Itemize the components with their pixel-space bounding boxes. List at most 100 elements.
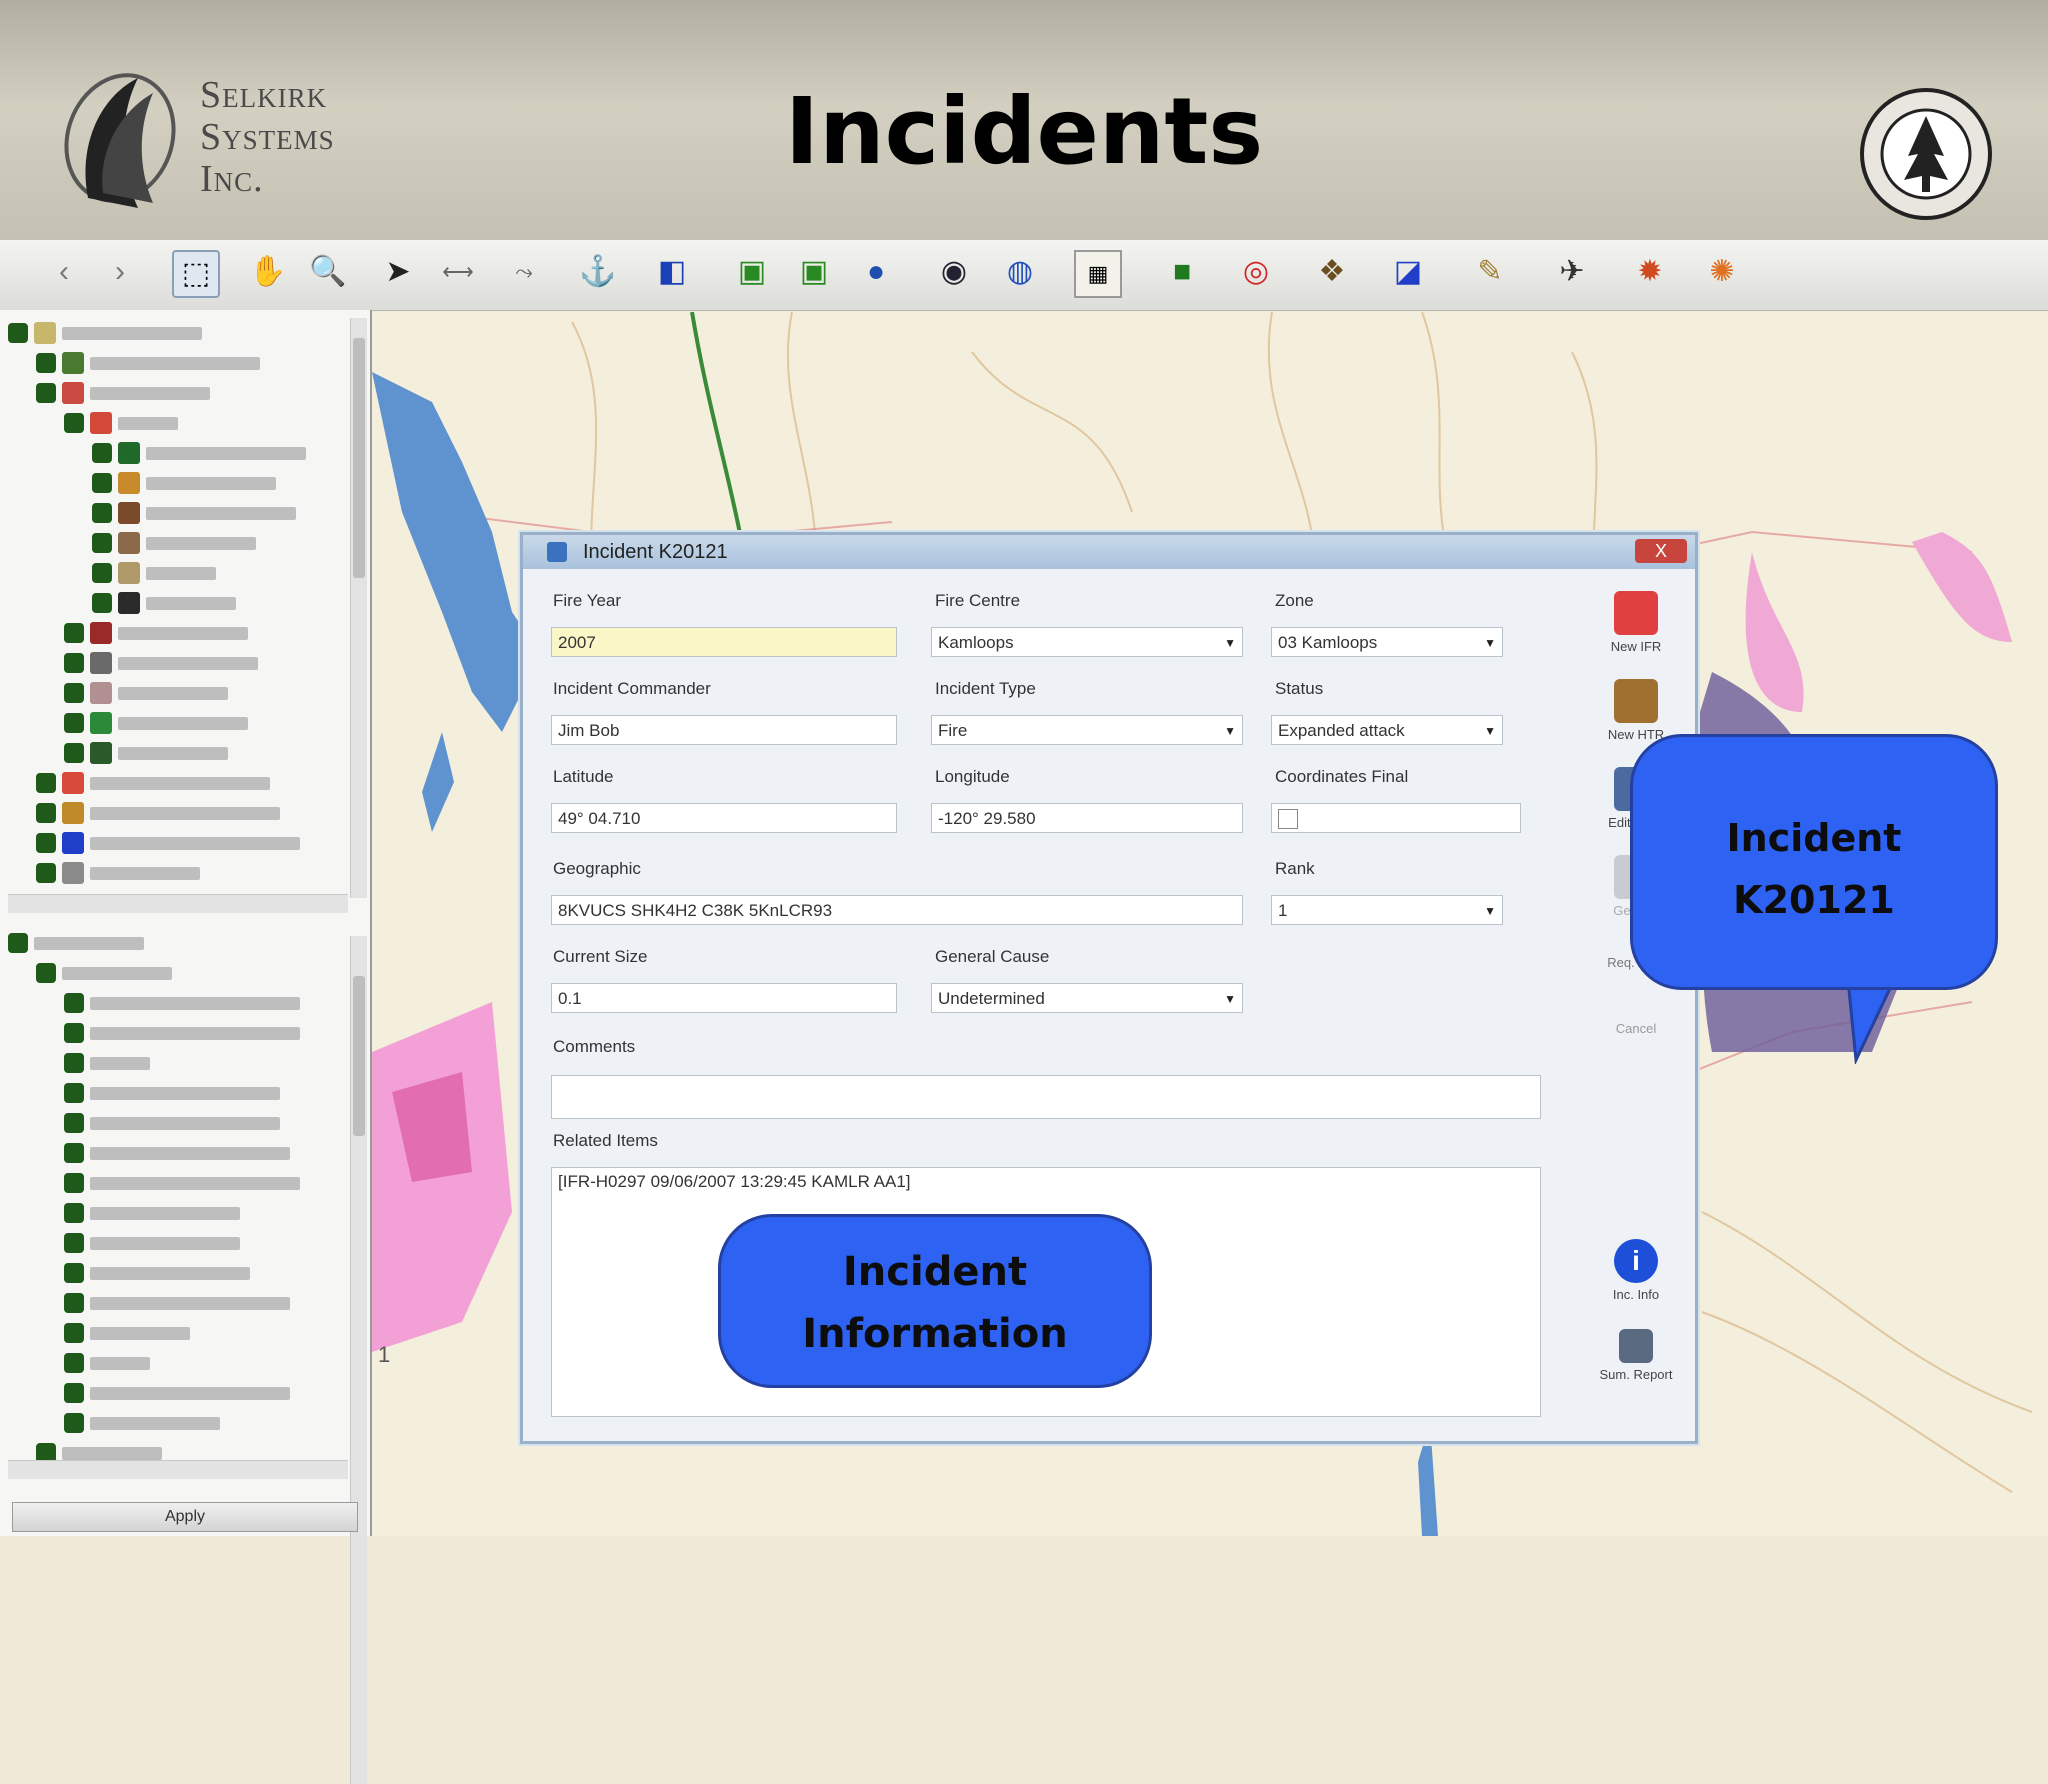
tree-item[interactable] [64, 988, 300, 1018]
globe-icon[interactable]: ● [854, 250, 898, 294]
checkbox-icon[interactable] [92, 533, 112, 553]
checkbox-icon[interactable] [64, 1173, 84, 1193]
tree-item[interactable] [64, 1078, 280, 1108]
helicopter-icon[interactable]: ✈ [1550, 250, 1594, 294]
checkbox-icon[interactable] [64, 1353, 84, 1373]
forward-arrow-icon[interactable]: › [98, 250, 142, 294]
tree-item[interactable] [36, 958, 172, 988]
incident-info-button[interactable]: i Inc. Info [1591, 1239, 1681, 1302]
checkbox-icon[interactable] [64, 413, 84, 433]
tree-item[interactable] [64, 1348, 150, 1378]
checkbox-icon[interactable] [64, 1023, 84, 1043]
tree-item[interactable] [64, 708, 248, 738]
checkbox-icon[interactable] [8, 933, 28, 953]
checkbox-icon[interactable] [64, 1203, 84, 1223]
tree-item[interactable] [92, 438, 306, 468]
checkbox-icon[interactable] [64, 1263, 84, 1283]
route-icon[interactable]: ⤳ [502, 250, 546, 294]
square-green-icon[interactable]: ■ [1160, 250, 1204, 294]
tree-item[interactable] [64, 1228, 240, 1258]
tree-item[interactable] [64, 1048, 150, 1078]
incident-commander-field[interactable]: Jim Bob [551, 715, 897, 745]
zone-select[interactable]: 03 Kamloops ▼ [1271, 627, 1503, 657]
map-layer-tree-hscroll[interactable] [8, 1460, 348, 1479]
comments-field[interactable] [551, 1075, 1541, 1119]
tree-item[interactable] [92, 588, 236, 618]
summary-report-button[interactable]: Sum. Report [1591, 1329, 1681, 1382]
checkbox-icon[interactable] [64, 713, 84, 733]
tree-item[interactable] [64, 738, 228, 768]
longitude-field[interactable]: -120° 29.580 [931, 803, 1243, 833]
checkbox-icon[interactable] [64, 1113, 84, 1133]
tree-item[interactable] [64, 1318, 190, 1348]
checkbox-icon[interactable] [36, 963, 56, 983]
checkbox-icon[interactable] [36, 803, 56, 823]
fire-year-field[interactable]: 2007 [551, 627, 897, 657]
tree-item[interactable] [64, 648, 258, 678]
new-htr-button[interactable]: New HTR [1591, 679, 1681, 742]
checkbox-icon[interactable] [92, 563, 112, 583]
tree-item[interactable] [92, 528, 256, 558]
tree-item[interactable] [64, 1258, 250, 1288]
checkbox-icon[interactable] [64, 1053, 84, 1073]
tree-item[interactable] [64, 1018, 300, 1048]
measure-icon[interactable]: ⟷ [436, 250, 480, 294]
layer-stack-icon[interactable]: ◧ [650, 250, 694, 294]
tree-item[interactable] [92, 498, 296, 528]
pencil-icon[interactable]: ✎ [1468, 250, 1512, 294]
tree-item[interactable] [64, 1378, 290, 1408]
checkbox-icon[interactable] [64, 1143, 84, 1163]
tree-item[interactable] [64, 1198, 240, 1228]
back-arrow-icon[interactable]: ‹ [42, 250, 86, 294]
tree-item[interactable] [92, 468, 276, 498]
fire-centre-select[interactable]: Kamloops ▼ [931, 627, 1243, 657]
checkbox-icon[interactable] [36, 833, 56, 853]
dialog-title-bar[interactable]: Incident K20121 X [523, 535, 1695, 569]
checkbox-icon[interactable] [36, 383, 56, 403]
blue-zoom-icon[interactable]: ◪ [1386, 250, 1430, 294]
pan-hand-icon[interactable]: ✋ [246, 250, 290, 294]
map-scope-icon[interactable]: ❖ [1310, 250, 1354, 294]
tree-item[interactable] [64, 1168, 300, 1198]
new-ifr-button[interactable]: New IFR [1591, 591, 1681, 654]
checkbox-icon[interactable] [8, 323, 28, 343]
checkbox-icon[interactable] [64, 1233, 84, 1253]
tree-item[interactable] [92, 558, 216, 588]
latitude-field[interactable]: 49° 04.710 [551, 803, 897, 833]
rank-select[interactable]: 1 ▼ [1271, 895, 1503, 925]
checkbox-icon[interactable] [64, 1413, 84, 1433]
folder-green-icon[interactable]: ▣ [730, 250, 774, 294]
checkbox-icon[interactable] [36, 773, 56, 793]
checkbox-icon[interactable] [92, 593, 112, 613]
checkbox-icon[interactable] [64, 1383, 84, 1403]
checkbox-icon[interactable] [64, 743, 84, 763]
overlay-tree-scrollbar[interactable] [350, 318, 367, 898]
tree-item[interactable] [36, 378, 210, 408]
checkbox-icon[interactable] [64, 993, 84, 1013]
tree-item[interactable] [36, 348, 260, 378]
tree-item[interactable] [64, 1288, 290, 1318]
target-red-icon[interactable]: ◎ [1234, 250, 1278, 294]
tree-item[interactable] [64, 678, 228, 708]
cancel-button[interactable]: Cancel [1591, 1021, 1681, 1036]
tree-item[interactable] [36, 828, 300, 858]
map-layer-tree-scrollbar[interactable] [350, 936, 367, 1784]
checkbox-icon[interactable] [64, 683, 84, 703]
tree-item[interactable] [64, 1108, 280, 1138]
checkbox-icon[interactable] [64, 623, 84, 643]
zoom-magnifier-icon[interactable]: 🔍 [306, 250, 350, 294]
current-size-field[interactable]: 0.1 [551, 983, 897, 1013]
checkbox-icon[interactable] [36, 353, 56, 373]
globe-blue-icon[interactable]: ◍ [998, 250, 1042, 294]
tree-item[interactable] [36, 798, 280, 828]
close-button[interactable]: X [1635, 539, 1687, 563]
select-tool-icon[interactable]: ⬚ [172, 250, 220, 298]
general-cause-select[interactable]: Undetermined ▼ [931, 983, 1243, 1013]
tree-item[interactable] [64, 1408, 220, 1438]
geographic-field[interactable]: 8KVUCS SHK4H2 C38K 5KnLCR93 [551, 895, 1243, 925]
overlay-tree-hscroll[interactable] [8, 894, 348, 913]
tree-item[interactable] [36, 768, 270, 798]
apply-button[interactable]: Apply [12, 1502, 358, 1532]
tree-item[interactable] [64, 1138, 290, 1168]
checkbox-icon[interactable] [64, 1083, 84, 1103]
